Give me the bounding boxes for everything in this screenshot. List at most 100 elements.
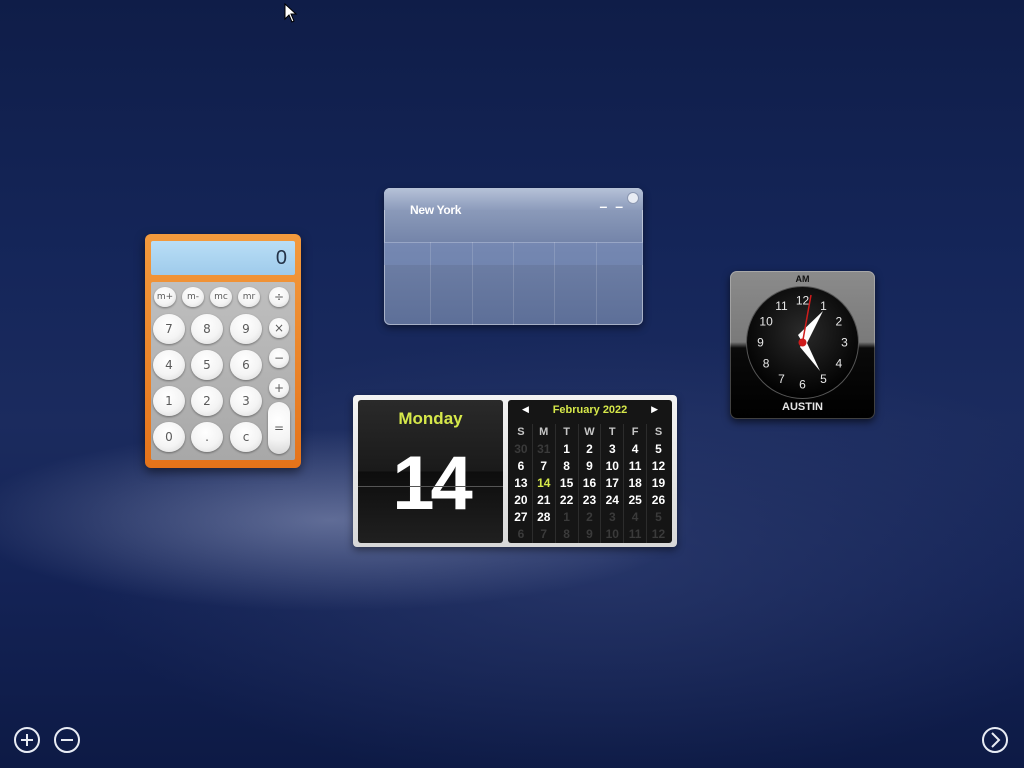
arrow-right-circle-icon[interactable] (982, 727, 1008, 753)
key-6-button[interactable]: 6 (230, 350, 262, 380)
calendar-weekday-header: T (556, 424, 579, 441)
calendar-day-cell[interactable]: 12 (647, 458, 670, 475)
key-8-button[interactable]: 8 (191, 314, 223, 344)
calendar-day-cell[interactable]: 30 (510, 441, 533, 458)
add-button[interactable]: + (269, 378, 289, 398)
calendar-weekday-header: M (533, 424, 556, 441)
calendar-day-cell[interactable]: 28 (533, 509, 556, 526)
calendar-day-cell[interactable]: 25 (624, 492, 648, 509)
calendar-day-panel[interactable]: Monday 14 (358, 400, 503, 543)
weather-city-label: New York (410, 203, 462, 217)
calendar-day-cell[interactable]: 5 (647, 509, 670, 526)
key-1-button[interactable]: 1 (153, 386, 185, 416)
key-9-button[interactable]: 9 (230, 314, 262, 344)
calendar-day-cell[interactable]: 20 (510, 492, 533, 509)
calendar-weekday-header: S (510, 424, 533, 441)
calendar-day-cell[interactable]: 31 (533, 441, 556, 458)
calendar-week-row: 27 28 1 2 3 4 5 (510, 509, 670, 526)
minus-circle-icon[interactable] (54, 727, 80, 753)
clock-numeral: 9 (757, 336, 764, 350)
key-7-button[interactable]: 7 (153, 314, 185, 344)
memory-clear-button[interactable]: mc (210, 287, 232, 307)
calendar-day-cell[interactable]: 6 (510, 458, 533, 475)
clock-numeral: 3 (841, 336, 848, 350)
key-3-button[interactable]: 3 (230, 386, 262, 416)
key-4-button[interactable]: 4 (153, 350, 185, 380)
calendar-day-cell[interactable]: 4 (624, 441, 648, 458)
calendar-day-cell[interactable]: 21 (533, 492, 556, 509)
calendar-day-cell[interactable]: 17 (601, 475, 625, 492)
clock-ampm-label: AM (795, 274, 810, 284)
calendar-day-cell[interactable]: 15 (556, 475, 579, 492)
clear-button[interactable]: c (230, 422, 262, 452)
calendar-day-cell[interactable]: 24 (601, 492, 625, 509)
plus-circle-icon[interactable] (14, 727, 40, 753)
calendar-day-cell[interactable]: 2 (579, 441, 602, 458)
calendar-day-cell[interactable]: 22 (556, 492, 579, 509)
calendar-week-row: 30 31 1 2 3 4 5 (510, 441, 670, 458)
calendar-day-cell[interactable]: 11 (624, 526, 648, 543)
calendar-weekday-header: S (654, 426, 663, 438)
calculator-widget[interactable]: 0 m+ m- mc mr ÷ 7 8 9 × 4 5 6 − 1 2 3 + … (145, 234, 301, 468)
calendar-day-cell[interactable]: 26 (647, 492, 670, 509)
calendar-day-cell[interactable]: 8 (556, 458, 579, 475)
next-month-icon[interactable]: ▶ (651, 404, 658, 415)
calendar-month-label: February 2022 (552, 404, 628, 416)
world-clock-widget[interactable]: AM 12 1 2 3 4 5 6 7 8 9 10 11 AUSTIN (730, 271, 875, 419)
weather-widget[interactable]: New York – – (384, 188, 643, 325)
subtract-button[interactable]: − (269, 348, 289, 368)
calendar-day-cell[interactable]: 10 (601, 526, 625, 543)
calendar-day-cell[interactable]: 10 (601, 458, 625, 475)
forecast-divider (430, 242, 431, 325)
key-2-button[interactable]: 2 (191, 386, 223, 416)
key-5-button[interactable]: 5 (191, 350, 223, 380)
clock-numeral: 4 (836, 357, 843, 371)
calendar-day-cell[interactable]: 14 (533, 475, 556, 492)
calendar-day-cell[interactable]: 1 (556, 441, 579, 458)
calendar-day-cell[interactable]: 18 (624, 475, 648, 492)
key-0-button[interactable]: 0 (153, 422, 185, 452)
calendar-week-row: 20 21 22 23 24 25 26 (510, 492, 670, 509)
decimal-button[interactable]: . (191, 422, 223, 452)
clock-face: 12 12 3 45678 9 1011 (746, 286, 859, 399)
divide-button[interactable]: ÷ (269, 287, 289, 307)
calendar-weekday-header: F (624, 424, 648, 441)
calendar-weekday-header: W (579, 424, 602, 441)
calendar-day-number: 14 (392, 441, 473, 526)
calendar-day-cell[interactable]: 7 (533, 458, 556, 475)
calendar-day-cell[interactable]: 27 (510, 509, 533, 526)
calendar-day-cell[interactable]: 16 (579, 475, 602, 492)
info-icon[interactable] (627, 192, 639, 204)
calendar-day-cell[interactable]: 1 (556, 509, 579, 526)
calendar-week-row: 13 14 15 16 17 18 19 (510, 475, 670, 492)
equals-button[interactable]: = (268, 402, 290, 454)
calendar-day-cell[interactable]: 3 (601, 441, 625, 458)
forecast-divider (596, 242, 597, 325)
calendar-week-row: 6 7 8 9 10 11 12 (510, 458, 670, 475)
calendar-day-cell[interactable]: 11 (624, 458, 648, 475)
calendar-day-cell[interactable]: 9 (579, 526, 602, 543)
calendar-day-cell[interactable]: 23 (579, 492, 602, 509)
mouse-cursor-icon (284, 3, 298, 23)
calendar-day-cell[interactable]: 12 (647, 526, 670, 543)
multiply-button[interactable]: × (269, 318, 289, 338)
calendar-widget[interactable]: Monday 14 ◀ February 2022 ▶ S M T W T F S 30 31 1… (353, 395, 677, 547)
calendar-day-cell[interactable]: 6 (510, 526, 533, 543)
calendar-day-cell[interactable]: 3 (601, 509, 625, 526)
calendar-day-cell[interactable]: 2 (579, 509, 602, 526)
calendar-weekday-header: T (601, 424, 625, 441)
memory-subtract-button[interactable]: m- (182, 287, 204, 307)
calendar-day-cell[interactable]: 5 (647, 441, 670, 458)
calendar-day-cell[interactable]: 8 (556, 526, 579, 543)
calendar-day-cell[interactable]: 9 (579, 458, 602, 475)
calendar-weekday-row: SMTWTFS (510, 424, 670, 441)
calendar-day-name: Monday (398, 409, 463, 428)
memory-recall-button[interactable]: mr (238, 287, 260, 307)
calendar-day-cell[interactable]: 13 (510, 475, 533, 492)
memory-add-button[interactable]: m+ (154, 287, 176, 307)
calendar-month-panel[interactable]: ◀ February 2022 ▶ S M T W T F S 30 31 1 2 3 4 5 6 7 8 9 10… (508, 400, 672, 543)
clock-numeral: 1 (820, 299, 827, 313)
calendar-day-cell[interactable]: 4 (624, 509, 648, 526)
calendar-day-cell[interactable]: 19 (647, 475, 670, 492)
calendar-day-cell[interactable]: 7 (533, 526, 556, 543)
